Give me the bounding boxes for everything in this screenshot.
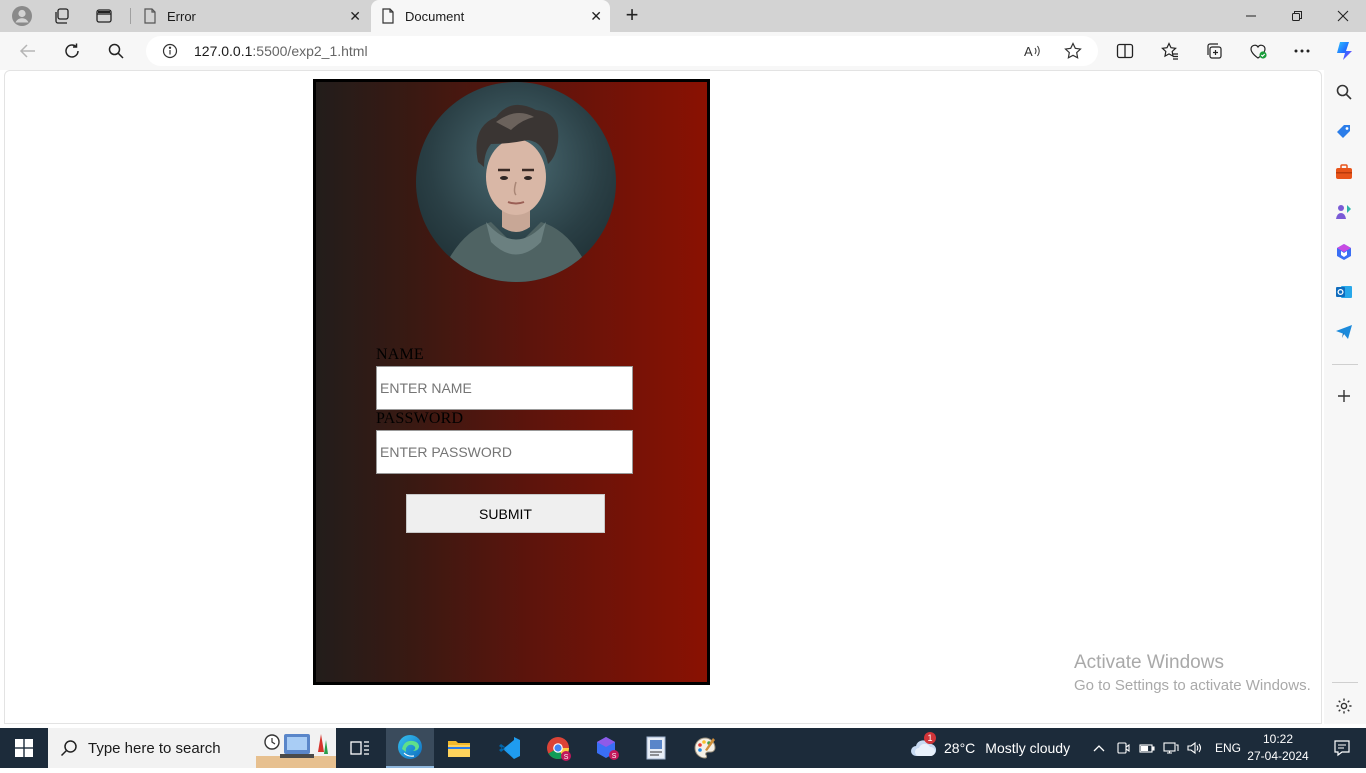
profile-icon[interactable] bbox=[9, 4, 35, 28]
refresh-button[interactable] bbox=[60, 40, 84, 62]
start-windows-icon[interactable] bbox=[0, 728, 48, 768]
cloud-icon: 1 bbox=[910, 732, 938, 760]
new-tab-button[interactable]: + bbox=[620, 4, 644, 28]
tab-title: Error bbox=[167, 9, 196, 24]
sidebar-divider bbox=[1332, 364, 1358, 365]
battery-icon[interactable] bbox=[1135, 742, 1159, 754]
taskbar-search-placeholder: Type here to search bbox=[88, 740, 221, 757]
tab-document[interactable]: Document ✕ bbox=[371, 0, 610, 32]
name-label: NAME bbox=[376, 346, 424, 363]
site-info-icon[interactable] bbox=[162, 43, 178, 64]
search-highlight-illustration-icon bbox=[256, 728, 336, 773]
back-button[interactable] bbox=[16, 40, 40, 62]
restore-button[interactable] bbox=[1274, 0, 1320, 32]
paint-icon[interactable] bbox=[681, 728, 729, 768]
system-tray: ENG bbox=[1091, 728, 1241, 768]
sidebar-search-icon[interactable] bbox=[1334, 82, 1354, 102]
page-viewport: NAME PASSWORD SUBMIT Activate Windows Go… bbox=[4, 70, 1322, 724]
notifications-icon[interactable] bbox=[1318, 728, 1366, 768]
sidebar-settings-gear-icon[interactable] bbox=[1334, 696, 1354, 716]
password-label: PASSWORD bbox=[376, 410, 464, 427]
close-window-button[interactable] bbox=[1320, 0, 1366, 32]
favorites-icon[interactable] bbox=[1158, 40, 1182, 62]
shopping-tag-icon[interactable] bbox=[1334, 122, 1354, 142]
vertical-tabs-icon[interactable] bbox=[91, 4, 117, 28]
file-explorer-icon[interactable] bbox=[435, 728, 483, 768]
activate-windows-title: Activate Windows bbox=[1074, 652, 1224, 673]
page-icon bbox=[381, 8, 395, 27]
copilot-icon[interactable] bbox=[1332, 40, 1356, 62]
navigation-bar: 127.0.0.1:5500/exp2_1.html A bbox=[0, 32, 1366, 70]
browser-essentials-icon[interactable] bbox=[1246, 40, 1270, 62]
login-card: NAME PASSWORD SUBMIT bbox=[313, 79, 710, 685]
minimize-button[interactable] bbox=[1228, 0, 1274, 32]
microsoft-365-icon[interactable] bbox=[1334, 242, 1354, 262]
search-icon[interactable] bbox=[104, 40, 128, 62]
task-view-icon[interactable] bbox=[336, 728, 384, 768]
password-input[interactable] bbox=[376, 430, 633, 474]
close-tab-icon[interactable]: ✕ bbox=[349, 8, 361, 25]
svg-text:A: A bbox=[1024, 44, 1033, 59]
url-path: :5500/exp2_1.html bbox=[252, 43, 368, 59]
submit-button[interactable]: SUBMIT bbox=[406, 494, 605, 533]
tools-briefcase-icon[interactable] bbox=[1334, 162, 1354, 182]
taskbar-search-icon bbox=[60, 739, 78, 762]
close-tab-icon[interactable]: ✕ bbox=[590, 8, 602, 25]
input-language[interactable]: ENG bbox=[1215, 741, 1241, 755]
portrait-illustration bbox=[437, 104, 595, 282]
more-options-icon[interactable] bbox=[1290, 40, 1314, 62]
show-hidden-icons-chevron-icon[interactable] bbox=[1091, 744, 1107, 752]
svg-text:S: S bbox=[612, 753, 617, 760]
weather-alert-badge: 1 bbox=[924, 732, 936, 744]
read-aloud-icon[interactable]: A bbox=[1022, 42, 1042, 60]
m365-app-icon[interactable]: S bbox=[583, 728, 631, 768]
collections-icon[interactable] bbox=[1202, 40, 1226, 62]
clock-date: 27-04-2024 bbox=[1247, 749, 1309, 763]
weather-temperature: 28°C bbox=[944, 740, 976, 756]
url-host: 127.0.0.1 bbox=[194, 43, 253, 59]
meet-now-icon[interactable] bbox=[1111, 741, 1135, 755]
svg-text:S: S bbox=[564, 754, 569, 761]
document-viewer-icon[interactable] bbox=[632, 728, 680, 768]
profile-photo bbox=[416, 82, 616, 282]
weather-widget[interactable]: 1 28°C Mostly cloudy bbox=[910, 728, 1070, 768]
page-icon bbox=[143, 8, 157, 27]
taskbar-clock[interactable]: 10:22 27-04-2024 bbox=[1240, 731, 1316, 765]
add-sidebar-app-icon[interactable] bbox=[1334, 386, 1354, 406]
url-text: 127.0.0.1:5500/exp2_1.html bbox=[194, 43, 368, 59]
favorite-star-icon[interactable] bbox=[1063, 42, 1083, 60]
outlook-icon[interactable] bbox=[1334, 282, 1354, 302]
split-screen-icon[interactable] bbox=[1113, 40, 1137, 62]
tab-strip: Error ✕ Document ✕ + bbox=[0, 0, 1366, 32]
taskbar-edge-icon[interactable] bbox=[386, 728, 434, 768]
send-telegram-icon[interactable] bbox=[1334, 322, 1354, 342]
tab-separator bbox=[130, 8, 131, 24]
edge-sidebar bbox=[1324, 70, 1366, 724]
taskbar-search-box[interactable]: Type here to search bbox=[48, 728, 336, 768]
sidebar-divider bbox=[1332, 682, 1358, 683]
clock-time: 10:22 bbox=[1262, 732, 1294, 746]
activate-windows-subtitle: Go to Settings to activate Windows. bbox=[1074, 677, 1311, 694]
windows-taskbar: Type here to search S S 1 28°C Mostly cl… bbox=[0, 728, 1366, 768]
weather-condition: Mostly cloudy bbox=[985, 740, 1071, 756]
tab-title: Document bbox=[405, 9, 465, 24]
network-icon[interactable] bbox=[1159, 741, 1183, 755]
chrome-icon[interactable]: S bbox=[534, 728, 582, 768]
vscode-icon[interactable] bbox=[485, 728, 533, 768]
address-bar[interactable]: 127.0.0.1:5500/exp2_1.html A bbox=[146, 36, 1098, 66]
window-controls bbox=[1228, 0, 1366, 32]
games-icon[interactable] bbox=[1334, 202, 1354, 222]
volume-icon[interactable] bbox=[1183, 741, 1207, 755]
name-input[interactable] bbox=[376, 366, 633, 410]
tab-error[interactable]: Error ✕ bbox=[133, 0, 369, 32]
workspaces-icon[interactable] bbox=[49, 4, 75, 28]
